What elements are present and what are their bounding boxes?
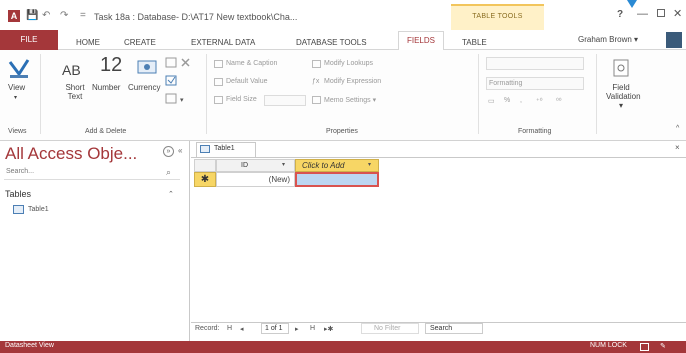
tab-file[interactable]: FILE [0, 30, 58, 50]
default-value-button[interactable]: Default Value [226, 78, 268, 85]
percent-format-icon[interactable]: % [504, 97, 510, 104]
number-button[interactable]: Number [92, 83, 120, 92]
memo-settings-icon [312, 96, 321, 104]
document-tab-label: Table1 [214, 145, 235, 152]
table-icon [200, 145, 210, 153]
name-caption-button[interactable]: Name & Caption [226, 60, 277, 67]
currency-format-icon[interactable]: ▭ [488, 97, 495, 105]
tab-external-data[interactable]: EXTERNAL DATA [191, 38, 255, 47]
modify-expression-button[interactable]: Modify Expression [324, 78, 381, 85]
group-divider [596, 54, 597, 134]
window-title: Task 18a : Database- D:\AT17 New textboo… [94, 12, 298, 22]
status-view-label: Datasheet View [5, 342, 54, 349]
tab-create[interactable]: CREATE [124, 38, 156, 47]
nav-item-table1[interactable]: Table1 [28, 206, 49, 213]
new-record-button[interactable]: ▸✱ [324, 325, 333, 333]
more-fields-icons[interactable] [164, 56, 194, 110]
collapse-ribbon-icon[interactable]: ^ [676, 125, 679, 132]
save-icon[interactable]: 💾 [26, 10, 38, 21]
view-dropdown-icon[interactable]: ▾ [14, 94, 17, 101]
tab-home[interactable]: HOME [76, 38, 100, 47]
view-icon[interactable] [8, 58, 30, 80]
close-button[interactable]: ✕ [673, 7, 682, 20]
field-size-input[interactable] [264, 95, 306, 106]
status-bar [0, 341, 686, 353]
column-dropdown-icon[interactable]: ▾ [282, 161, 285, 168]
minimize-button[interactable]: — [637, 8, 648, 20]
nav-section-tables[interactable]: Tables [5, 189, 31, 199]
current-record-input[interactable]: 1 of 1 [261, 323, 289, 334]
shutter-bar-close-icon[interactable]: « [178, 146, 182, 155]
select-all-cell[interactable] [194, 159, 216, 172]
maximize-button[interactable] [657, 9, 665, 17]
decrease-decimals-icon[interactable]: ⁰⁰ [556, 97, 562, 105]
formatting-group-label: Formatting [518, 128, 552, 135]
previous-record-button[interactable]: ◂ [240, 325, 244, 333]
currency-icon[interactable] [137, 58, 159, 78]
tab-database-tools[interactable]: DATABASE TOOLS [296, 38, 367, 47]
field-size-icon [214, 96, 223, 104]
num-lock-indicator: NUM LOCK [590, 342, 627, 349]
number-icon[interactable]: 12 [100, 54, 122, 77]
column-dropdown-icon[interactable]: ▾ [368, 161, 371, 168]
view-button[interactable]: View [8, 83, 25, 92]
column-header-click-to-add[interactable]: Click to Add [295, 159, 379, 172]
customize-qat-icon[interactable]: = [80, 10, 86, 21]
group-divider [478, 54, 479, 134]
first-record-button[interactable]: H [227, 325, 232, 332]
group-divider [206, 54, 207, 134]
table-tools-contextual-title: TABLE TOOLS [451, 4, 544, 30]
user-account[interactable]: Graham Brown ▾ [578, 35, 638, 44]
group-divider [40, 54, 41, 134]
formatting-dropdown-label: Formatting [489, 80, 523, 87]
currency-button[interactable]: Currency [128, 83, 160, 92]
fx-icon: ƒx [312, 78, 320, 85]
collapse-section-icon[interactable]: ⌃ [168, 190, 174, 198]
nav-menu-chevron-icon[interactable]: » [163, 146, 174, 157]
new-record-marker[interactable]: ✱ [194, 172, 216, 187]
document-tab-divider [191, 157, 686, 158]
design-view-icon[interactable]: ✎ [660, 342, 666, 350]
more-fields-dropdown-icon[interactable]: ▾ [180, 96, 184, 104]
nav-search-input[interactable]: Search... [4, 166, 180, 180]
help-button[interactable]: ? [617, 9, 623, 20]
comma-format-icon[interactable]: , [520, 97, 522, 104]
click-to-add-cell[interactable] [295, 172, 379, 187]
id-cell-new[interactable]: (New) [216, 172, 295, 187]
field-validation-button[interactable]: Field Validation ▾ [606, 83, 641, 110]
navigation-pane-title[interactable]: All Access Obje... [5, 144, 137, 164]
next-record-button[interactable]: ▸ [295, 325, 299, 333]
avatar[interactable] [666, 32, 682, 48]
table-icon [13, 205, 24, 214]
field-validation-icon[interactable] [612, 58, 632, 78]
redo-icon[interactable]: ↷ [60, 10, 68, 21]
default-value-icon [214, 78, 223, 86]
filter-indicator[interactable]: No Filter [361, 323, 419, 334]
record-label: Record: [195, 325, 220, 332]
field-size-label: Field Size [226, 96, 257, 103]
increase-decimals-icon[interactable]: ⁺⁰ [536, 97, 543, 105]
last-record-button[interactable]: H [310, 325, 315, 332]
short-text-icon[interactable]: AB [62, 62, 81, 78]
search-icon[interactable]: ⌕ [166, 167, 171, 178]
name-caption-icon [214, 60, 223, 68]
modify-lookups-button[interactable]: Modify Lookups [324, 60, 373, 67]
properties-group-label: Properties [326, 128, 358, 135]
tab-fields[interactable]: FIELDS [398, 31, 444, 51]
datasheet-view-icon[interactable] [640, 343, 649, 351]
modify-lookups-icon [312, 60, 321, 68]
data-type-dropdown[interactable] [486, 57, 584, 70]
record-search-input[interactable]: Search [425, 323, 483, 334]
views-group-label: Views [8, 128, 27, 135]
close-document-icon[interactable]: × [675, 143, 680, 152]
add-delete-group-label: Add & Delete [85, 128, 127, 135]
memo-settings-button[interactable]: Memo Settings ▾ [324, 96, 376, 104]
access-logo-icon: A [8, 10, 20, 22]
tab-table[interactable]: TABLE [462, 38, 487, 47]
short-text-button[interactable]: Short Text [60, 83, 90, 101]
pointer-arrow-icon [627, 0, 637, 8]
undo-icon[interactable]: ↶ [42, 10, 50, 21]
